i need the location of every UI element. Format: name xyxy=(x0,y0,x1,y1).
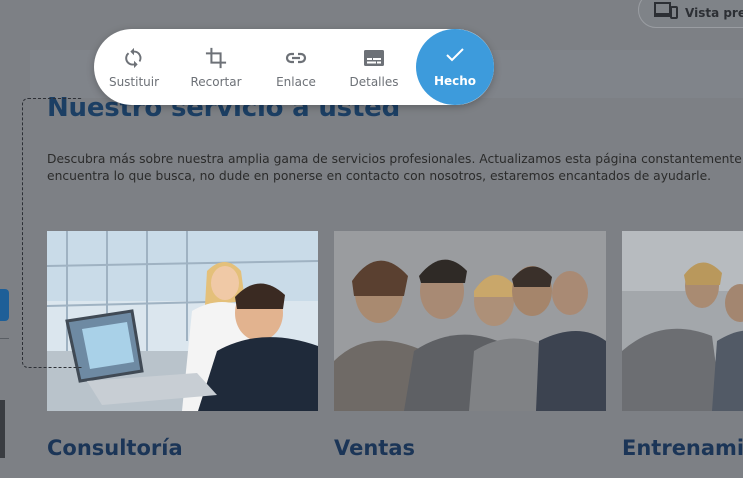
details-button[interactable]: Detalles xyxy=(344,29,404,105)
link-icon xyxy=(285,46,307,70)
subtitles-icon xyxy=(364,46,384,70)
refresh-icon xyxy=(123,46,145,70)
crop-label: Recortar xyxy=(190,74,242,89)
preview-label: Vista previa xyxy=(685,6,743,20)
selected-block-outline xyxy=(22,98,82,368)
details-label: Detalles xyxy=(349,74,399,89)
page-intro-text: Descubra más sobre nuestra amplia gama d… xyxy=(47,152,743,183)
link-button[interactable]: Enlace xyxy=(266,29,326,105)
side-scrollbar[interactable] xyxy=(0,400,5,458)
preview-button[interactable]: Vista previa xyxy=(638,0,743,28)
service-image-ventas[interactable] xyxy=(334,231,606,411)
service-title-entrenamiento: Entrenamiento xyxy=(622,436,743,460)
done-label: Hecho xyxy=(433,73,477,88)
devices-icon xyxy=(654,1,678,25)
side-divider xyxy=(0,338,9,367)
check-icon xyxy=(445,47,465,68)
image-toolbar: Sustituir Recortar Enlace Detalles Hecho xyxy=(94,29,494,105)
side-panel-tab[interactable] xyxy=(0,289,9,321)
service-image-entrenamiento[interactable] xyxy=(622,231,743,411)
done-button[interactable]: Hecho xyxy=(416,29,494,105)
service-title-ventas: Ventas xyxy=(334,436,416,460)
replace-label: Sustituir xyxy=(108,74,160,89)
link-label: Enlace xyxy=(276,74,316,89)
crop-button[interactable]: Recortar xyxy=(184,29,248,105)
service-image-consultoria[interactable] xyxy=(47,231,318,411)
editor-canvas: Nuestro servicio a usted Descubra más so… xyxy=(0,0,743,478)
service-title-consultoria: Consultoría xyxy=(47,436,183,460)
replace-button[interactable]: Sustituir xyxy=(104,29,164,105)
crop-icon xyxy=(205,46,227,70)
